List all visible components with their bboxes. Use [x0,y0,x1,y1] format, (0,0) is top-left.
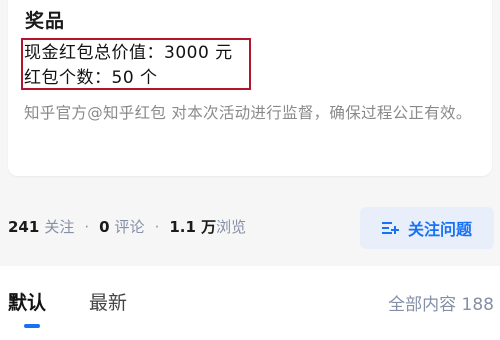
prize-title: 奖品 [25,10,66,32]
separator-dot: · [154,218,160,236]
tab-latest[interactable]: 最新 [89,288,127,315]
question-stats: 241 关注 · 0 评论 · 1.1 万 浏览 [8,216,246,237]
separator-dot: · [84,218,90,236]
prize-cash-value: 现金红包总价值：3000 元 [24,43,233,63]
active-tab-indicator [24,324,40,328]
views-count: 1.1 万 [169,218,217,236]
views-label: 浏览 [216,218,247,236]
supervision-notice: 知乎官方@知乎红包 对本次活动进行监督，确保过程公正有效。 [24,104,472,122]
comments-count: 0 [99,218,110,236]
follow-question-label: 关注问题 [407,220,472,239]
follow-question-button[interactable]: 关注问题 [360,207,494,249]
tab-default[interactable]: 默认 [8,288,46,315]
all-content-count[interactable]: 全部内容 188 [388,290,494,315]
followers-label: 关注 [44,218,75,236]
prize-count: 红包个数：50 个 [24,68,158,88]
prize-card: 奖品 现金红包总价值：3000 元 红包个数：50 个 知乎官方@知乎红包 对本… [8,0,492,176]
add-follow-icon [381,222,399,234]
answer-tabs-bar: 默认 最新 全部内容 188 [0,266,500,340]
followers-count: 241 [8,218,40,236]
comments-label[interactable]: 评论 [115,216,145,237]
